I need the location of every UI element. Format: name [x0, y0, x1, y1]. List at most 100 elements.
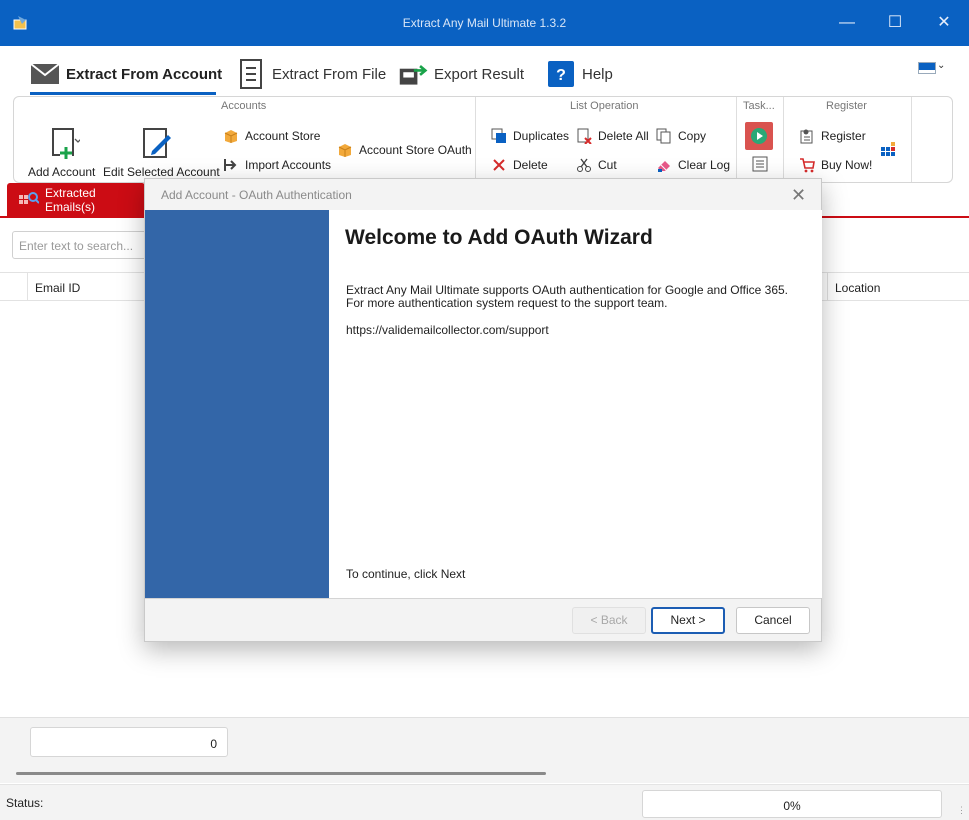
bottom-panel: 0 [0, 717, 969, 783]
status-bar: Status: 0% [0, 784, 969, 820]
wizard-side-panel [145, 210, 329, 598]
add-account-button[interactable]: Add Account [28, 127, 96, 179]
wizard-heading: Welcome to Add OAuth Wizard [345, 226, 653, 249]
tab-label: Export Result [434, 65, 525, 83]
dialog-title: Add Account - OAuth Authentication [161, 188, 352, 202]
delete-all-button[interactable]: Delete All [576, 128, 649, 145]
group-separator [475, 97, 476, 182]
group-separator [911, 97, 912, 182]
add-account-icon [28, 127, 92, 161]
account-store-oauth-button[interactable]: Account Store OAuth [337, 142, 472, 158]
log-icon [752, 156, 768, 172]
task-log-button[interactable] [752, 156, 768, 172]
clear-log-label: Clear Log [678, 158, 731, 172]
tab-extracted-emails-label: Extracted Emails(s) [45, 186, 96, 214]
cart-icon [799, 157, 815, 173]
duplicates-label: Duplicates [513, 129, 570, 143]
cut-button[interactable]: Cut [576, 157, 617, 173]
title-bar: Extract Any Mail Ultimate 1.3.2 — ☐ ✕ [0, 0, 969, 46]
tab-extract-from-account[interactable]: Extract From Account [30, 54, 222, 94]
grid-search-icon [19, 191, 40, 209]
delete-label: Delete [513, 158, 548, 172]
tab-extract-from-file[interactable]: Extract From File [236, 54, 386, 94]
tab-export-result[interactable]: Export Result [398, 54, 524, 94]
column-separator [827, 273, 828, 301]
next-button[interactable]: Next > [651, 607, 725, 634]
progress-indicator: 0% [642, 790, 942, 818]
dialog-footer-divider [145, 598, 821, 599]
delete-all-icon [576, 128, 592, 145]
copy-icon [656, 128, 672, 144]
license-grid-icon[interactable] [880, 141, 896, 157]
duplicates-button[interactable]: Duplicates [491, 128, 569, 144]
delete-all-label: Delete All [598, 129, 649, 143]
help-icon: ? [546, 59, 576, 89]
window-title: Extract Any Mail Ultimate 1.3.2 [402, 16, 567, 30]
group-separator [736, 97, 737, 182]
edit-selected-account-label: Edit Selected Account [103, 165, 220, 179]
add-account-label: Add Account [28, 165, 96, 179]
account-store-label: Account Store [245, 129, 321, 143]
document-icon [236, 59, 266, 89]
tab-extracted-emails[interactable]: Extracted Emails(s) [7, 183, 145, 217]
eraser-icon [656, 157, 672, 173]
play-icon [751, 128, 767, 144]
back-button[interactable]: < Back [572, 607, 646, 634]
minimize-button[interactable]: — [834, 10, 860, 36]
scissors-icon [576, 157, 592, 173]
column-email-id[interactable]: Email ID [35, 281, 80, 295]
horizontal-scrollbar[interactable] [16, 772, 546, 775]
clear-log-button[interactable]: Clear Log [656, 157, 730, 173]
search-input[interactable]: Enter text to search... [12, 231, 152, 259]
tab-label: Extract From Account [66, 65, 223, 83]
maximize-button[interactable]: ☐ [882, 10, 908, 36]
tab-label: Extract From File [272, 65, 387, 83]
copy-button[interactable]: Copy [656, 128, 706, 144]
copy-label: Copy [678, 129, 707, 143]
buy-now-label: Buy Now! [821, 158, 873, 172]
import-accounts-label: Import Accounts [245, 158, 332, 172]
buy-now-button[interactable]: Buy Now! [799, 157, 872, 173]
dialog-close-button[interactable]: ✕ [791, 185, 806, 206]
delete-icon [491, 157, 507, 173]
import-accounts-button[interactable]: Import Accounts [223, 157, 331, 173]
continue-hint: To continue, click Next [346, 567, 466, 581]
register-button[interactable]: Register [799, 128, 866, 144]
chevron-down-icon[interactable]: ⌄ [937, 60, 945, 71]
language-flag-icon[interactable] [919, 63, 935, 73]
envelope-icon [30, 59, 60, 89]
email-count: 0 [30, 727, 228, 757]
support-link[interactable]: https://validemailcollector.com/support [346, 323, 549, 337]
wizard-description: Extract Any Mail Ultimate supports OAuth… [346, 283, 789, 310]
delete-button[interactable]: Delete [491, 157, 548, 173]
account-store-oauth-label: Account Store OAuth [359, 143, 472, 157]
start-task-button[interactable] [745, 122, 773, 150]
edit-selected-account-button[interactable]: Edit Selected Account [103, 127, 220, 179]
register-label: Register [821, 129, 866, 143]
import-icon [223, 157, 239, 173]
ribbon: Accounts Add Account Edit Selected Accou… [13, 96, 953, 183]
resize-grip-icon[interactable]: ⋮⋮ [957, 805, 969, 816]
main-tabs: Extract From Account Extract From File E… [0, 46, 969, 96]
export-icon [398, 59, 428, 89]
box-icon [223, 128, 239, 144]
tab-label: Help [582, 65, 613, 83]
cancel-button[interactable]: Cancel [736, 607, 810, 634]
group-title-task: Task... [743, 100, 775, 112]
account-store-button[interactable]: Account Store [223, 128, 320, 144]
status-label: Status: [6, 796, 44, 810]
group-title-list-operation: List Operation [570, 100, 639, 112]
column-separator [27, 273, 28, 301]
duplicates-icon [491, 128, 507, 144]
active-tab-indicator [30, 92, 216, 95]
svg-text:?: ? [556, 67, 566, 84]
edit-account-icon [103, 127, 211, 161]
close-window-button[interactable]: ✕ [931, 10, 957, 36]
column-location[interactable]: Location [835, 281, 880, 295]
tab-help[interactable]: ? Help [546, 54, 613, 94]
box-icon [337, 142, 353, 158]
group-title-accounts: Accounts [221, 100, 267, 112]
wizard-content: Welcome to Add OAuth Wizard Extract Any … [329, 210, 822, 598]
oauth-wizard-dialog: Add Account - OAuth Authentication ✕ Wel… [144, 178, 822, 642]
cut-label: Cut [598, 158, 617, 172]
